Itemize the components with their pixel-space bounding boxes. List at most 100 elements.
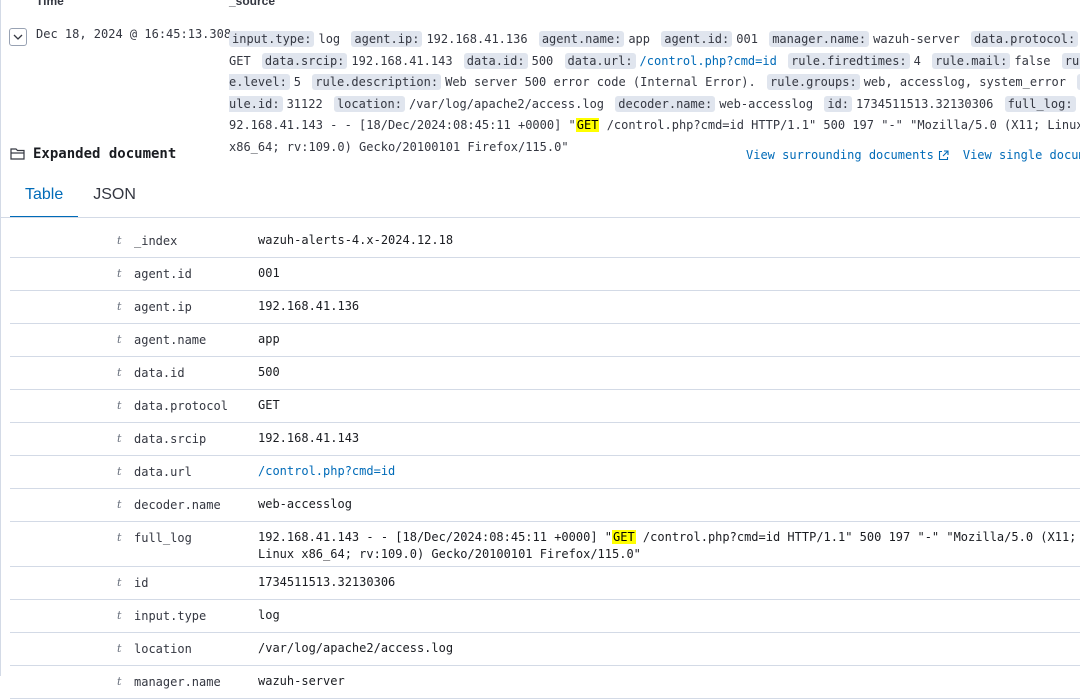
source-field-key[interactable]: manager.name: <box>769 31 870 47</box>
field-name: agent.name <box>134 333 207 347</box>
source-field-key[interactable]: rule.groups: <box>767 74 860 91</box>
source-field-key[interactable]: rule.firedtimes: <box>788 52 910 69</box>
field-value: web-accesslog <box>258 497 352 511</box>
tab-json[interactable]: JSON <box>78 180 151 212</box>
source-field-value: 001 <box>736 32 758 46</box>
source-field-key[interactable]: data.id: <box>463 52 528 69</box>
field-value: log <box>258 608 280 622</box>
collapse-row-button[interactable] <box>9 28 27 46</box>
document-links: View surrounding documents View single d… <box>746 148 1080 162</box>
tab-table[interactable]: Table <box>10 180 79 218</box>
field-name: manager.name <box>134 675 221 689</box>
source-field-key[interactable]: location: <box>333 95 405 112</box>
source-field-key[interactable]: data.srcip: <box>261 52 348 69</box>
source-field-key[interactable]: rule.mail: <box>932 52 1011 69</box>
search-highlight: GET <box>612 530 636 544</box>
field-value: 192.168.41.136 <box>258 299 360 313</box>
field-type-icon: t <box>117 642 122 655</box>
view-surrounding-link[interactable]: View surrounding documents <box>746 148 949 162</box>
source-field-value: /var/log/apache2/access.log <box>408 96 605 111</box>
source-field-key[interactable]: full_log: <box>1004 95 1076 112</box>
table-row: t data.url/control.php?cmd=id <box>10 456 1080 489</box>
table-row: t decoder.name web-accesslog <box>10 489 1080 522</box>
table-row: t agent.id 001 <box>10 258 1080 291</box>
field-value: 192.168.41.143 - - [18/Dec/2024:08:45:11… <box>258 530 1077 561</box>
source-field-key[interactable]: agent.id: <box>661 31 733 47</box>
left-border <box>0 0 1 676</box>
field-type-icon: t <box>117 465 122 478</box>
source-field-value: web, accesslog, system_error <box>863 75 1066 90</box>
field-value: GET <box>258 398 280 412</box>
field-type-icon: t <box>117 300 122 313</box>
field-type-icon: t <box>117 531 122 544</box>
field-name: id <box>134 576 149 590</box>
view-surrounding-label: View surrounding documents <box>746 148 934 162</box>
source-field-link[interactable]: /control.php?cmd=id <box>640 54 777 68</box>
field-value: /var/log/apache2/access.log <box>258 641 454 655</box>
field-type-icon: t <box>117 432 122 445</box>
table-row: t full_log 192.168.41.143 - - [18/Dec/2024… <box>10 522 1080 567</box>
table-row: t agent.name app <box>10 324 1080 357</box>
external-link-icon <box>938 149 949 160</box>
source-field-value: log <box>318 32 341 46</box>
table-row: t data.id 500 <box>10 357 1080 390</box>
tabs-divider <box>0 217 1080 218</box>
source-field-key[interactable]: data.url: <box>564 52 636 69</box>
source-field-key[interactable]: agent.name: <box>538 31 625 47</box>
source-field-value: Web server 500 error code (Internal Erro… <box>445 75 756 90</box>
folder-open-icon <box>10 148 25 160</box>
field-name: data.protocol <box>134 399 228 413</box>
field-name: location <box>134 642 192 656</box>
source-field-value: 1734511513.32130306 <box>856 96 994 111</box>
table-row: t data.srcip 192.168.41.143 <box>10 423 1080 456</box>
source-field-value: wazuh-server <box>873 32 960 46</box>
field-value: 001 <box>258 266 280 280</box>
source-field-key[interactable]: input.type: <box>229 31 315 47</box>
source-field-value: web-accesslog <box>719 96 814 111</box>
time-column-header[interactable]: Time <box>36 0 64 8</box>
field-type-icon: t <box>117 498 122 511</box>
field-type-icon: t <box>117 675 122 688</box>
source-field-key[interactable]: id: <box>824 95 853 112</box>
table-row: t input.type log <box>10 600 1080 633</box>
field-type-icon: t <box>117 366 122 379</box>
field-value: 1734511513.32130306 <box>258 575 396 589</box>
field-name: agent.ip <box>134 300 192 314</box>
field-value: wazuh-alerts-4.x-2024.12.18 <box>258 233 454 247</box>
field-name: agent.id <box>134 267 192 281</box>
field-name: data.url <box>134 465 192 479</box>
field-type-icon: t <box>117 333 122 346</box>
source-field-key[interactable]: rule.description: <box>312 74 442 91</box>
field-name: input.type <box>134 609 207 623</box>
field-type-icon: t <box>117 267 122 280</box>
field-name: full_log <box>134 531 192 545</box>
source-field-value: 500 <box>531 53 554 68</box>
source-column-header[interactable]: _source <box>229 0 275 8</box>
field-type-icon: t <box>117 399 122 412</box>
field-value: app <box>258 332 280 346</box>
document-view-tabs: Table JSON <box>10 180 151 218</box>
field-value-link[interactable]: /control.php?cmd=id <box>258 463 1080 480</box>
table-row: t _index wazuh-alerts-4.x-2024.12.18 <box>10 225 1080 258</box>
table-row: t data.protocol GET <box>10 390 1080 423</box>
field-name: data.id <box>134 366 185 380</box>
source-field-key[interactable]: agent.ip: <box>351 31 423 47</box>
document-timestamp: Dec 18, 2024 @ 16:45:13.308 <box>36 27 232 41</box>
field-value: 500 <box>258 365 280 379</box>
source-field-key[interactable]: decoder.name: <box>615 95 716 112</box>
view-single-document-link[interactable]: View single document <box>963 148 1080 162</box>
source-field-value: 31122 <box>286 96 323 111</box>
table-row: t location/var/log/apache2/access.log <box>10 633 1080 666</box>
table-row: t manager.name wazuh-server <box>10 666 1080 699</box>
expanded-document-title: Expanded document <box>33 146 177 162</box>
search-highlight: GET <box>575 118 600 133</box>
source-field-value: GET <box>229 53 251 68</box>
source-field-value: 192.168.41.136 <box>426 32 528 46</box>
field-type-icon: t <box>117 234 122 247</box>
table-row: t id 1734511513.32130306 <box>10 567 1080 600</box>
source-field-value: 4 <box>913 53 921 68</box>
field-value: 192.168.41.143 <box>258 431 360 445</box>
source-field-key[interactable]: data.protocol: <box>971 31 1079 47</box>
field-name: decoder.name <box>134 498 221 512</box>
source-field-value: app <box>628 32 650 46</box>
